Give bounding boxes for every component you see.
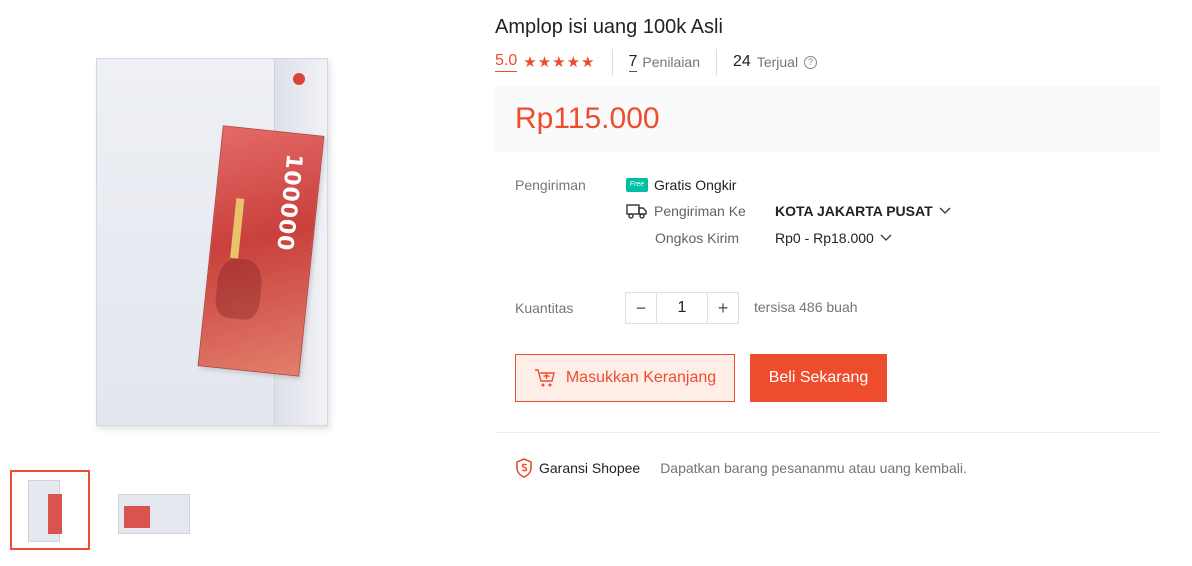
free-shipping-row: Free Gratis Ongkir	[626, 177, 736, 193]
thumbnail-strip	[10, 470, 190, 550]
banknote-portrait	[213, 256, 264, 322]
shipping-cost-value: Rp0 - Rp18.000	[775, 230, 874, 246]
shipping-cost-label: Ongkos Kirim	[655, 230, 740, 246]
rating-score[interactable]: 5.0	[495, 52, 518, 72]
sold-label: Terjual	[756, 54, 799, 70]
quantity-input[interactable]: 1	[656, 293, 708, 323]
add-cart-icon	[534, 368, 556, 388]
shipping-cost-dropdown[interactable]: Rp0 - Rp18.000	[775, 230, 892, 246]
divider	[495, 432, 1160, 433]
banknote-value: 100000	[271, 152, 307, 253]
price-box: Rp115.000	[495, 86, 1160, 152]
guarantee-description: Dapatkan barang pesananmu atau uang kemb…	[660, 460, 967, 476]
truck-icon	[626, 203, 648, 219]
ship-to-value: KOTA JAKARTA PUSAT	[775, 203, 933, 219]
thumbnail-banknote	[124, 506, 150, 528]
rating-row: 5.0 ★★★★★ 7 Penilaian 24 Terjual ?	[495, 49, 818, 75]
add-to-cart-button[interactable]: Masukkan Keranjang	[515, 354, 735, 402]
review-label: Penilaian	[642, 54, 701, 70]
quantity-decrease-button[interactable]: −	[626, 293, 656, 323]
shield-icon	[515, 458, 533, 478]
chevron-down-icon	[939, 207, 951, 215]
guarantee-row[interactable]: Garansi Shopee Dapatkan barang pesananmu…	[515, 458, 967, 478]
thumbnail-2[interactable]	[102, 470, 190, 550]
product-title: Amplop isi uang 100k Asli	[495, 16, 723, 38]
divider	[611, 49, 613, 75]
free-shipping-icon: Free	[626, 178, 648, 192]
shipping-label: Pengiriman	[515, 177, 586, 193]
stock-text: tersisa 486 buah	[754, 299, 858, 315]
free-shipping-text: Gratis Ongkir	[654, 177, 737, 193]
envelope-seal	[293, 73, 305, 85]
ship-to-label: Pengiriman Ke	[654, 203, 746, 219]
main-product-image[interactable]: 100000	[60, 48, 390, 448]
ship-to-dropdown[interactable]: KOTA JAKARTA PUSAT	[775, 203, 951, 219]
chevron-down-icon	[880, 234, 892, 242]
thumbnail-banknote	[48, 494, 62, 534]
quantity-increase-button[interactable]: +	[708, 293, 738, 323]
product-price: Rp115.000	[515, 102, 660, 135]
quantity-label: Kuantitas	[515, 300, 574, 316]
sold-count: 24	[733, 53, 751, 70]
ship-to-row: Pengiriman Ke	[626, 203, 746, 219]
guarantee-title: Garansi Shopee	[539, 460, 641, 476]
buy-now-button[interactable]: Beli Sekarang	[750, 354, 887, 402]
review-count[interactable]: 7	[628, 53, 638, 72]
star-rating-icon: ★★★★★	[523, 54, 596, 71]
help-icon[interactable]: ?	[804, 55, 818, 69]
thumbnail-1[interactable]	[10, 470, 90, 550]
divider	[716, 49, 718, 75]
quantity-stepper: − 1 +	[625, 292, 739, 324]
banknote-strip	[230, 198, 245, 259]
add-to-cart-label: Masukkan Keranjang	[565, 369, 717, 386]
